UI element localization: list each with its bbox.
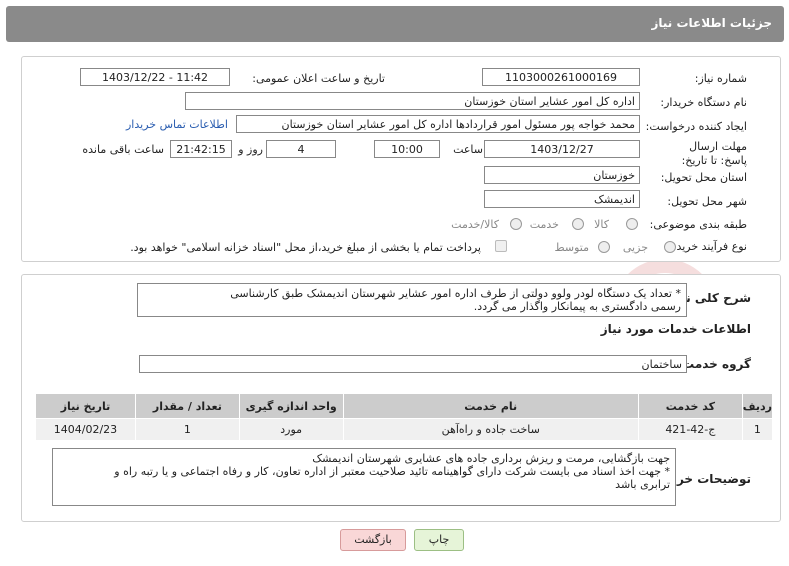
- purchase-radio-medium[interactable]: [598, 241, 610, 253]
- remaining-time-field[interactable]: 21:42:15: [170, 140, 232, 158]
- col-header-row-number: ردیف: [741, 393, 774, 419]
- category-radio-goods[interactable]: [626, 218, 638, 230]
- cell-quantity: 1: [134, 418, 240, 441]
- remaining-days-label: روز و: [238, 143, 263, 156]
- province-field[interactable]: خوزستان: [484, 166, 640, 184]
- remaining-days-field[interactable]: 4: [266, 140, 336, 158]
- cell-row-number: 1: [741, 418, 774, 441]
- purchase-option-medium: متوسط: [554, 241, 589, 254]
- deadline-date-field[interactable]: 1403/12/27: [484, 140, 640, 158]
- cell-service-code: ج-42-421: [637, 418, 743, 441]
- buyer-notes-textarea[interactable]: جهت بازگشایی، مرمت و ریزش برداری جاده ها…: [52, 448, 676, 506]
- buyer-contact-link[interactable]: اطلاعات تماس خریدار: [126, 118, 228, 131]
- buyer-org-field[interactable]: اداره کل امور عشایر استان خوزستان: [185, 92, 640, 110]
- page-header: جزئیات اطلاعات نیاز: [6, 6, 784, 42]
- back-button[interactable]: بازگشت: [340, 529, 406, 551]
- purchase-type-label: نوع فرآیند خرید :: [669, 240, 747, 253]
- city-field[interactable]: اندیمشک: [484, 190, 640, 208]
- city-label: شهر محل تحویل:: [667, 195, 747, 208]
- description-line-2: رسمی دادگستری به پیمانکار واگذار می گردد…: [473, 300, 681, 313]
- col-header-unit: واحد اندازه گیری: [238, 393, 344, 419]
- col-header-service-code: کد خدمت: [637, 393, 743, 419]
- deadline-label: مهلت ارسال پاسخ: تا تاریخ:: [681, 140, 747, 167]
- category-label: طبقه بندی موضوعی:: [649, 218, 747, 231]
- page-title: جزئیات اطلاعات نیاز: [651, 16, 772, 30]
- col-header-service-name: نام خدمت: [342, 393, 639, 419]
- services-section-title: اطلاعات خدمات مورد نیاز: [600, 322, 751, 336]
- col-header-need-date: تاریخ نیاز: [35, 393, 136, 419]
- need-number-label: شماره نیاز:: [694, 72, 747, 85]
- services-table: ردیف کد خدمت نام خدمت واحد اندازه گیری ت…: [35, 393, 774, 441]
- buyer-notes-line-1: جهت بازگشایی، مرمت و ریزش برداری جاده ها…: [312, 452, 670, 465]
- announce-datetime-field[interactable]: 1403/12/22 - 11:42: [80, 68, 230, 86]
- category-option-service: خدمت: [529, 218, 559, 231]
- table-row[interactable]: 1 ج-42-421 ساخت جاده و راه‌آهن مورد 1 14…: [35, 418, 774, 441]
- category-option-goods: کالا: [594, 218, 609, 231]
- purchase-radio-minor[interactable]: [664, 241, 676, 253]
- category-option-goods-service: کالا/خدمت: [451, 218, 499, 231]
- purchase-option-minor: جزیی: [622, 241, 648, 254]
- print-button[interactable]: چاپ: [414, 529, 464, 551]
- buyer-notes-line-3: ترابری باشد: [615, 478, 670, 491]
- treasury-checkbox[interactable]: [495, 240, 507, 252]
- description-textarea[interactable]: * تعداد یک دستگاه لودر ولوو دولتی از طرف…: [137, 283, 687, 317]
- requester-label: ایجاد کننده درخواست:: [645, 120, 747, 133]
- buyer-org-label: نام دستگاه خریدار:: [660, 96, 747, 109]
- description-line-1: * تعداد یک دستگاه لودر ولوو دولتی از طرف…: [230, 287, 681, 300]
- table-header-row: ردیف کد خدمت نام خدمت واحد اندازه گیری ت…: [35, 393, 774, 419]
- category-radio-goods-service[interactable]: [510, 218, 522, 230]
- buyer-notes-line-2: * جهت اخذ اسناد می بایست شرکت دارای گواه…: [114, 465, 670, 478]
- deadline-time-label: ساعت: [453, 143, 483, 156]
- cell-unit: مورد: [238, 418, 344, 441]
- service-group-label: گروه خدمت:: [677, 357, 751, 371]
- treasury-note: پرداخت تمام یا بخشی از مبلغ خرید،از محل …: [130, 241, 481, 254]
- province-label: استان محل تحویل:: [660, 171, 747, 184]
- category-radio-service[interactable]: [572, 218, 584, 230]
- requester-field[interactable]: محمد خواجه پور مسئول امور قراردادها ادار…: [236, 115, 640, 133]
- remaining-time-label: ساعت باقی مانده: [82, 143, 164, 156]
- cell-need-date: 1404/02/23: [35, 418, 136, 441]
- deadline-time-field[interactable]: 10:00: [374, 140, 440, 158]
- col-header-quantity: تعداد / مقدار: [134, 393, 240, 419]
- service-group-field[interactable]: ساختمان: [139, 355, 687, 373]
- need-number-field[interactable]: 1103000261000169: [482, 68, 640, 86]
- announce-datetime-label: تاریخ و ساعت اعلان عمومی:: [252, 72, 385, 85]
- cell-service-name: ساخت جاده و راه‌آهن: [342, 418, 639, 441]
